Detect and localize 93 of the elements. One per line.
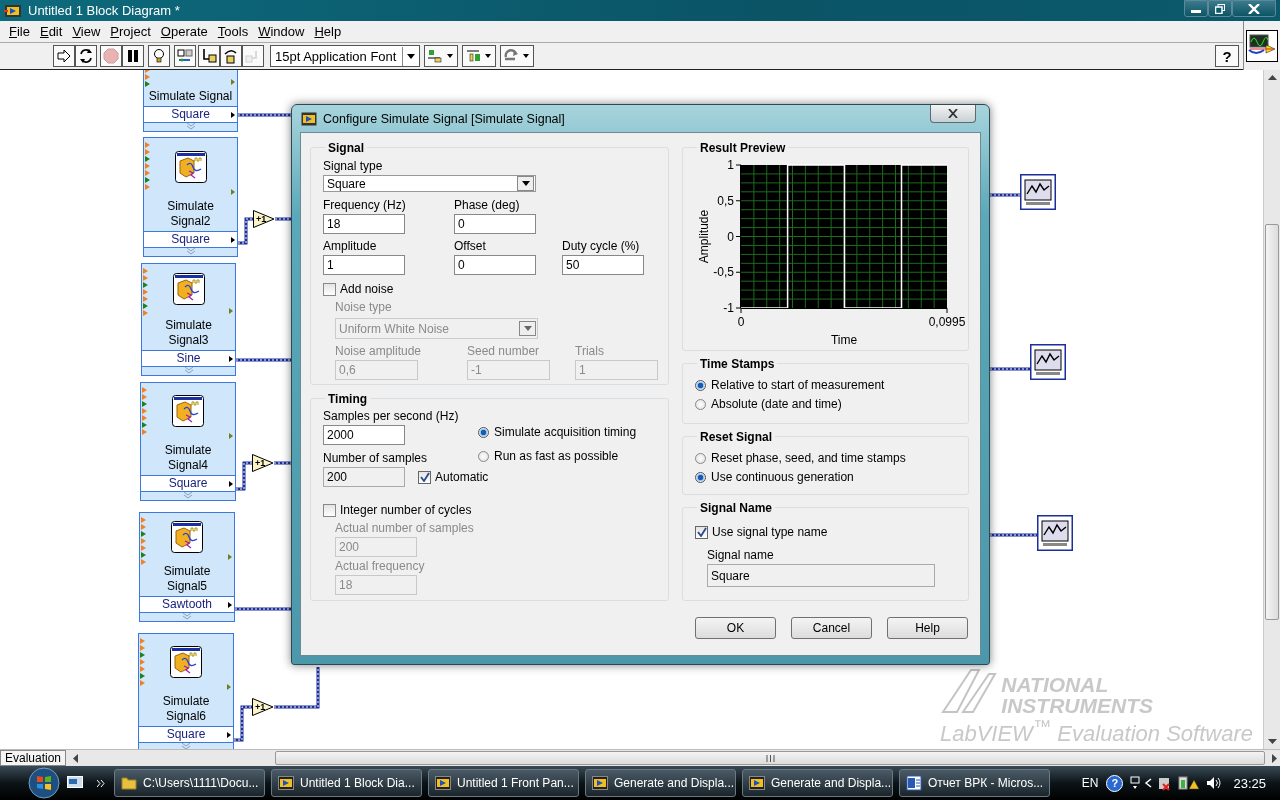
number-field[interactable]: 0 [454,255,536,275]
axis-tick-label: 0,0995 [928,315,966,329]
menu-item[interactable]: File [4,24,35,39]
signal-type-selector[interactable]: Square [144,231,237,248]
axis-tick-label: 0 [737,315,745,329]
axis-tick-label: -0,5 [713,265,734,280]
menu-item[interactable]: Edit [34,24,68,39]
node-title: Simulate Signal6 [161,694,211,725]
function-node[interactable]: Simulate Signal6 Square [138,633,234,749]
status-label: Evaluation [0,750,67,766]
radio-label: Run as fast as possible [494,449,619,463]
field-label: Trials [575,344,605,358]
signal-type-selector[interactable]: Sine [142,350,235,367]
field-label: Number of samples [323,451,429,465]
radio-label: Absolute (date and time) [711,397,842,411]
signal-type-selector[interactable]: Sawtooth [140,596,234,613]
taskbar-button[interactable]: Generate and Displa... [742,769,893,797]
field-label: Signal type [323,159,383,173]
node-title: Simulate Signal4 [163,443,213,474]
field-label: Signal name [707,548,775,562]
radio-label: Simulate acquisition timing [494,425,637,439]
checkbox-label: Use signal type name [712,525,828,539]
font-dropdown[interactable]: 15pt Application Font [270,45,420,67]
signal-type-selector[interactable]: Square [139,726,233,743]
field-label: Frequency (Hz) [323,198,407,212]
menu-item[interactable]: View [67,24,106,39]
menu-item[interactable]: Window [253,24,310,39]
clock: 23:25 [1233,775,1266,791]
checkbox-label: Integer number of cycles [340,503,472,517]
number-field[interactable]: 2000 [323,425,405,445]
dialog-button[interactable]: Cancel [791,617,872,639]
node-title: Simulate Signal3 [164,318,213,349]
signal-type-dropdown[interactable]: Square [323,175,536,192]
increment-node[interactable]: +1 [253,210,275,228]
taskbar-button[interactable]: Untitled 1 Block Dia... [271,769,422,797]
increment-node[interactable]: +1 [252,454,274,472]
menu-item[interactable]: Help [309,24,347,39]
axis-tick-label: -1 [723,301,734,315]
menu-item[interactable]: Project [105,24,156,39]
number-field[interactable]: 18 [323,214,405,234]
group-title: Reset Signal [697,431,776,444]
axis-tick-label: 0,5 [717,193,734,208]
context-help-button[interactable]: ? [1215,45,1239,67]
radio-label: Use continuous generation [711,470,854,484]
field-label: Actual frequency [335,559,425,573]
field-label: Amplitude [323,239,378,253]
group-title: Result Preview [697,142,789,155]
function-node[interactable]: Simulate Signal3 Sine [141,263,236,376]
checkbox-label: Add noise [340,282,394,296]
group-title: Time Stamps [697,358,778,371]
field-label: Noise type [335,300,392,314]
node-title: Simulate Signal2 [166,199,215,230]
node-title: Simulate Signal [147,89,234,105]
function-node[interactable]: Simulate Signal Square [143,70,238,132]
field-label: Duty cycle (%) [562,239,641,253]
window-title: Untitled 1 Block Diagram * [28,3,180,18]
taskbar-button[interactable]: Untitled 1 Front Pan... [428,769,579,797]
menu-item[interactable]: Tools [212,24,254,39]
group-title: Signal Name [697,502,776,515]
group-title: Timing [325,393,371,406]
node-title: Simulate Signal5 [162,564,212,595]
radio-label: Reset phase, seed, and time stamps [711,451,906,465]
checkbox-label: Automatic [435,470,489,484]
signal-type-selector[interactable]: Square [141,475,235,492]
number-field[interactable]: 0 [454,214,536,234]
field-label: Noise amplitude [335,344,423,358]
function-node[interactable]: Simulate Signal2 Square [143,137,238,257]
number-field[interactable]: 1 [323,255,405,275]
help-button[interactable]: ? [1106,774,1124,792]
axis-tick-label: 0 [727,229,734,244]
function-node[interactable]: Simulate Signal5 Sawtooth [139,512,235,622]
number-field[interactable]: 50 [562,255,644,275]
field-label: Offset [454,239,487,253]
dialog-title: Configure Simulate Signal [Simulate Signal] [323,111,565,126]
field-label: Seed number [467,344,541,358]
dialog-button[interactable]: Help [887,617,968,639]
taskbar-button[interactable]: Generate and Displa... [585,769,736,797]
radio-label: Relative to start of measurement [711,378,885,392]
menu-item[interactable]: Operate [155,24,213,39]
axis-title: Amplitude [697,209,711,264]
axis-title: Time [830,333,858,347]
axis-tick-label: 1 [727,158,734,172]
field-label: Phase (deg) [454,198,521,212]
field-label: Actual number of samples [335,521,474,535]
function-node[interactable]: Simulate Signal4 Square [140,382,236,501]
dialog-button[interactable]: OK [695,617,776,639]
taskbar-button[interactable]: Отчет ВРК - Micros... [899,769,1050,797]
group-title: Signal [325,142,367,155]
field-label: Samples per second (Hz) [323,409,460,423]
taskbar-button[interactable]: C:\Users\1111\Docu... [114,769,265,797]
signal-type-selector[interactable]: Square [144,106,237,123]
increment-node[interactable]: +1 [252,698,274,716]
language-indicator[interactable]: EN [1081,776,1099,790]
